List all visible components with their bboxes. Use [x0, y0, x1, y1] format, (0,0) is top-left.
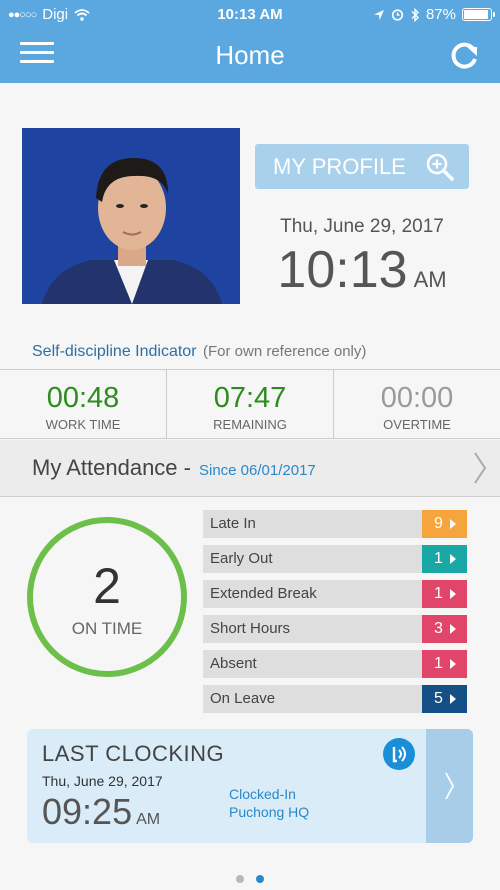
attendance-title: My Attendance -: [32, 455, 191, 480]
nav-bar: Home: [0, 30, 500, 83]
indicator-stats: 00:48 WORK TIME 07:47 REMAINING 00:00 OV…: [0, 369, 500, 439]
page-indicator: [0, 870, 500, 888]
attendance-item-label: On Leave: [210, 690, 276, 707]
attendance-item-early-out[interactable]: Early Out 1: [203, 545, 467, 573]
attendance-item-label: Short Hours: [210, 620, 291, 637]
indicator-heading: Self-discipline Indicator (For own refer…: [32, 343, 366, 361]
attendance-since: Since 06/01/2017: [198, 462, 316, 479]
zoom-in-icon: [426, 153, 454, 181]
attendance-list: Late In 9 Early Out 1 Extended Break 1 S…: [203, 510, 467, 720]
last-clocking-location: Puchong HQ: [229, 804, 310, 820]
my-profile-button[interactable]: MY PROFILE: [255, 144, 469, 189]
last-clocking-time-hm: 09:25: [42, 791, 133, 832]
profile-photo: [22, 128, 240, 304]
location-icon: [373, 9, 384, 20]
current-date: Thu, June 29, 2017: [280, 216, 444, 237]
remaining-value: 07:47: [213, 382, 287, 414]
top-bar: ●●○○○ Digi 10:13 AM 87% Home: [0, 0, 500, 83]
attendance-item-absent[interactable]: Absent 1: [203, 650, 467, 678]
attendance-item-count: 1: [422, 545, 467, 573]
attendance-item-count: 5: [422, 685, 467, 713]
status-bar: ●●○○○ Digi 10:13 AM 87%: [0, 0, 500, 30]
last-clocking-time: 09:25 AM: [42, 791, 160, 833]
chevron-right-icon: [474, 452, 487, 484]
my-attendance-row[interactable]: My Attendance - Since 06/01/2017: [0, 440, 500, 497]
on-time-count: 2: [93, 558, 121, 614]
attendance-item-short-hours[interactable]: Short Hours 3: [203, 615, 467, 643]
page-dot[interactable]: [256, 875, 264, 883]
page-dot[interactable]: [236, 875, 244, 883]
attendance-item-label: Early Out: [210, 550, 273, 567]
overtime-stat: 00:00 OVERTIME: [334, 370, 500, 438]
battery-percent: 87%: [425, 6, 456, 23]
bluetooth-icon: [411, 7, 419, 22]
remaining-stat: 07:47 REMAINING: [167, 370, 334, 438]
attendance-item-count: 1: [422, 650, 467, 678]
work-time-stat: 00:48 WORK TIME: [0, 370, 167, 438]
nfc-icon: [383, 738, 415, 770]
attendance-item-label: Extended Break: [210, 585, 317, 602]
indicator-note: (For own reference only): [202, 343, 367, 360]
chevron-right-icon: [445, 772, 455, 800]
current-time-hm: 10:13: [277, 241, 408, 299]
last-clocking-title: LAST CLOCKING: [42, 741, 225, 766]
last-clocking-status: Clocked-In: [229, 786, 296, 802]
last-clocking-time-ampm: AM: [136, 811, 161, 828]
current-time: 10:13 AM: [255, 240, 469, 300]
attendance-item-count: 9: [422, 510, 467, 538]
work-time-value: 00:48: [46, 382, 120, 414]
attendance-item-on-leave[interactable]: On Leave 5: [203, 685, 467, 713]
last-clocking-chevron-button[interactable]: [426, 729, 473, 843]
overtime-value: 00:00: [380, 382, 454, 414]
indicator-title: Self-discipline Indicator: [32, 343, 197, 360]
attendance-item-late-in[interactable]: Late In 9: [203, 510, 467, 538]
overtime-label: OVERTIME: [383, 417, 451, 432]
battery-icon: [462, 8, 495, 21]
last-clocking-date: Thu, June 29, 2017: [42, 773, 163, 789]
on-time-ring: 2 ON TIME: [27, 517, 187, 677]
alarm-icon: [391, 9, 404, 21]
attendance-item-count: 3: [422, 615, 467, 643]
attendance-item-extended-break[interactable]: Extended Break 1: [203, 580, 467, 608]
attendance-item-label: Absent: [210, 655, 257, 672]
current-time-ampm: AM: [413, 267, 447, 292]
on-time-label: ON TIME: [71, 619, 143, 638]
refresh-icon[interactable]: [446, 38, 482, 74]
remaining-label: REMAINING: [213, 417, 287, 432]
work-time-label: WORK TIME: [45, 417, 121, 432]
page-title: Home: [215, 40, 285, 70]
last-clocking-card[interactable]: LAST CLOCKING Thu, June 29, 2017 09:25 AM…: [27, 729, 473, 843]
my-profile-label: MY PROFILE: [273, 153, 406, 179]
attendance-item-count: 1: [422, 580, 467, 608]
attendance-item-label: Late In: [210, 515, 256, 532]
